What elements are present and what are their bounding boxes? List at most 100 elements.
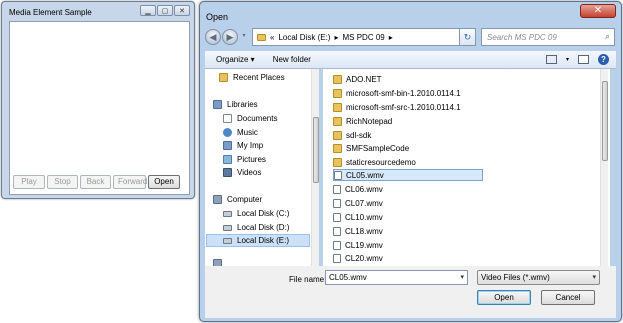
chevron-down-icon[interactable]: ▾ bbox=[592, 273, 596, 281]
forward-arrow-icon[interactable]: ▶ bbox=[222, 29, 238, 45]
open-dialog-button[interactable]: Open bbox=[477, 290, 531, 305]
file-list-scrollbar[interactable] bbox=[600, 69, 608, 267]
file-name: CL19.wmv bbox=[345, 240, 383, 250]
nav-item-local-disk-d[interactable]: Local Disk (D:) bbox=[223, 221, 289, 234]
list-item[interactable]: SMFSampleCode bbox=[333, 142, 483, 154]
video-file-icon bbox=[333, 253, 341, 263]
list-item[interactable]: microsoft-smf-src-1.2010.0114.1 bbox=[333, 101, 483, 113]
music-icon bbox=[223, 128, 232, 137]
cancel-button[interactable]: Cancel bbox=[541, 290, 595, 305]
recent-locations-icon[interactable]: ▾ bbox=[240, 29, 248, 45]
file-name: CL06.wmv bbox=[345, 184, 383, 194]
back-button[interactable]: Back bbox=[80, 175, 111, 189]
nav-item-label: Local Disk (C:) bbox=[237, 209, 290, 218]
file-type-value: Video Files (*.wmv) bbox=[481, 273, 550, 282]
nav-item-label: Music bbox=[237, 128, 258, 137]
video-file-icon bbox=[333, 240, 341, 250]
stop-button[interactable]: Stop bbox=[47, 175, 78, 189]
folder-icon bbox=[333, 74, 342, 84]
nav-item-documents[interactable]: Documents bbox=[223, 112, 277, 125]
nav-item-my-imp[interactable]: My Imp bbox=[223, 139, 263, 152]
list-item[interactable]: CL06.wmv bbox=[333, 183, 483, 195]
refresh-icon[interactable]: ↻ bbox=[459, 28, 476, 46]
play-button[interactable]: Play bbox=[13, 175, 45, 189]
library-icon bbox=[223, 141, 232, 150]
open-button[interactable]: Open bbox=[148, 175, 180, 189]
file-name: CL18.wmv bbox=[345, 226, 383, 236]
file-name: RichNotepad bbox=[346, 116, 393, 126]
nav-item-label: Videos bbox=[237, 168, 262, 177]
search-placeholder: Search MS PDC 09 bbox=[487, 33, 557, 42]
list-item[interactable]: CL18.wmv bbox=[333, 225, 483, 237]
search-input[interactable]: Search MS PDC 09 ⌕ bbox=[481, 28, 615, 46]
list-item[interactable]: CL20.wmv bbox=[333, 252, 483, 264]
forward-button[interactable]: Forward bbox=[113, 175, 147, 189]
chevron-right-icon[interactable]: ▸ bbox=[389, 33, 393, 42]
list-item[interactable]: CL07.wmv bbox=[333, 197, 483, 209]
change-view-icon[interactable] bbox=[545, 55, 557, 64]
chevron-right-icon[interactable]: ▸ bbox=[334, 33, 338, 42]
file-list-scroll-thumb[interactable] bbox=[602, 81, 608, 161]
nav-item-label: Computer bbox=[227, 195, 263, 204]
folder-icon bbox=[333, 130, 342, 140]
dialog-close-button[interactable]: ✕ bbox=[580, 4, 616, 18]
folder-icon bbox=[333, 143, 342, 153]
nav-item-local-disk-e[interactable]: Local Disk (E:) bbox=[206, 234, 310, 247]
file-name: ADO.NET bbox=[346, 74, 382, 84]
file-type-select[interactable]: Video Files (*.wmv) ▾ bbox=[477, 270, 600, 285]
preview-pane-icon[interactable] bbox=[578, 55, 589, 64]
video-file-icon bbox=[333, 184, 341, 194]
videos-icon bbox=[223, 168, 232, 177]
help-icon[interactable]: ? bbox=[598, 54, 609, 65]
nav-item-music[interactable]: Music bbox=[223, 126, 258, 139]
list-item[interactable]: CL10.wmv bbox=[333, 211, 483, 223]
maximize-button[interactable]: ▢ bbox=[157, 5, 173, 16]
view-dropdown-icon[interactable]: ▾ bbox=[566, 56, 569, 63]
libraries-icon bbox=[213, 100, 222, 109]
nav-item-computer[interactable]: Computer bbox=[213, 193, 262, 206]
chevron-down-icon[interactable]: ▾ bbox=[460, 273, 464, 281]
breadcrumb-chevrons[interactable]: « bbox=[270, 33, 274, 42]
list-item[interactable]: RichNotepad bbox=[333, 115, 483, 127]
back-arrow-icon[interactable]: ◀ bbox=[205, 29, 221, 45]
file-list: ADO.NET microsoft-smf-bin-1.2010.0114.1 … bbox=[323, 69, 610, 267]
media-display-area bbox=[9, 21, 190, 195]
nav-item-local-disk-c[interactable]: Local Disk (C:) bbox=[223, 207, 289, 220]
minimize-button[interactable]: ▁ bbox=[140, 5, 156, 16]
address-bar[interactable]: « Local Disk (E:) ▸ MS PDC 09 ▸ bbox=[252, 28, 474, 46]
video-file-icon bbox=[334, 170, 342, 180]
nav-item-label: Recent Places bbox=[233, 73, 285, 82]
folder-icon bbox=[257, 33, 266, 41]
folder-icon bbox=[333, 102, 342, 112]
nav-item-pictures[interactable]: Pictures bbox=[223, 153, 266, 166]
list-item[interactable]: staticresourcedemo bbox=[333, 156, 483, 168]
list-item[interactable]: ADO.NET bbox=[333, 73, 483, 85]
organize-menu[interactable]: Organize ▾ bbox=[216, 55, 255, 64]
nav-item-libraries[interactable]: Libraries bbox=[213, 98, 258, 111]
folder-icon bbox=[333, 88, 342, 98]
list-item[interactable]: sdl-sdk bbox=[333, 129, 483, 141]
new-folder-button[interactable]: New folder bbox=[273, 55, 311, 64]
breadcrumb-local-disk-e[interactable]: Local Disk (E:) bbox=[278, 33, 330, 42]
nav-item-label: Documents bbox=[237, 114, 278, 123]
folder-icon bbox=[333, 157, 342, 167]
nav-item-videos[interactable]: Videos bbox=[223, 166, 261, 179]
list-item[interactable]: microsoft-smf-bin-1.2010.0114.1 bbox=[333, 87, 483, 99]
breadcrumb-ms-pdc-09[interactable]: MS PDC 09 bbox=[342, 33, 384, 42]
disk-icon bbox=[223, 210, 232, 217]
list-item[interactable]: CL19.wmv bbox=[333, 239, 483, 251]
dialog-footer: File name: CL05.wmv ▾ Video Files (*.wmv… bbox=[205, 266, 616, 318]
file-name: staticresourcedemo bbox=[346, 157, 416, 167]
close-button[interactable]: ✕ bbox=[174, 5, 190, 16]
nav-item-recent-places[interactable]: Recent Places bbox=[219, 71, 285, 84]
list-item[interactable]: CL05.wmv bbox=[333, 169, 483, 181]
app-icon bbox=[5, 8, 8, 16]
file-name: CL05.wmv bbox=[346, 170, 384, 180]
nav-pane-scrollbar[interactable] bbox=[311, 69, 319, 267]
command-toolbar: Organize ▾ New folder ▾ ? bbox=[205, 51, 616, 69]
navigation-pane: Recent Places Libraries Documents Music … bbox=[205, 69, 318, 267]
nav-pane-scroll-thumb[interactable] bbox=[313, 117, 319, 183]
search-icon: ⌕ bbox=[604, 31, 610, 41]
file-name-input[interactable]: CL05.wmv ▾ bbox=[325, 270, 468, 285]
nav-item-label: Pictures bbox=[237, 155, 266, 164]
